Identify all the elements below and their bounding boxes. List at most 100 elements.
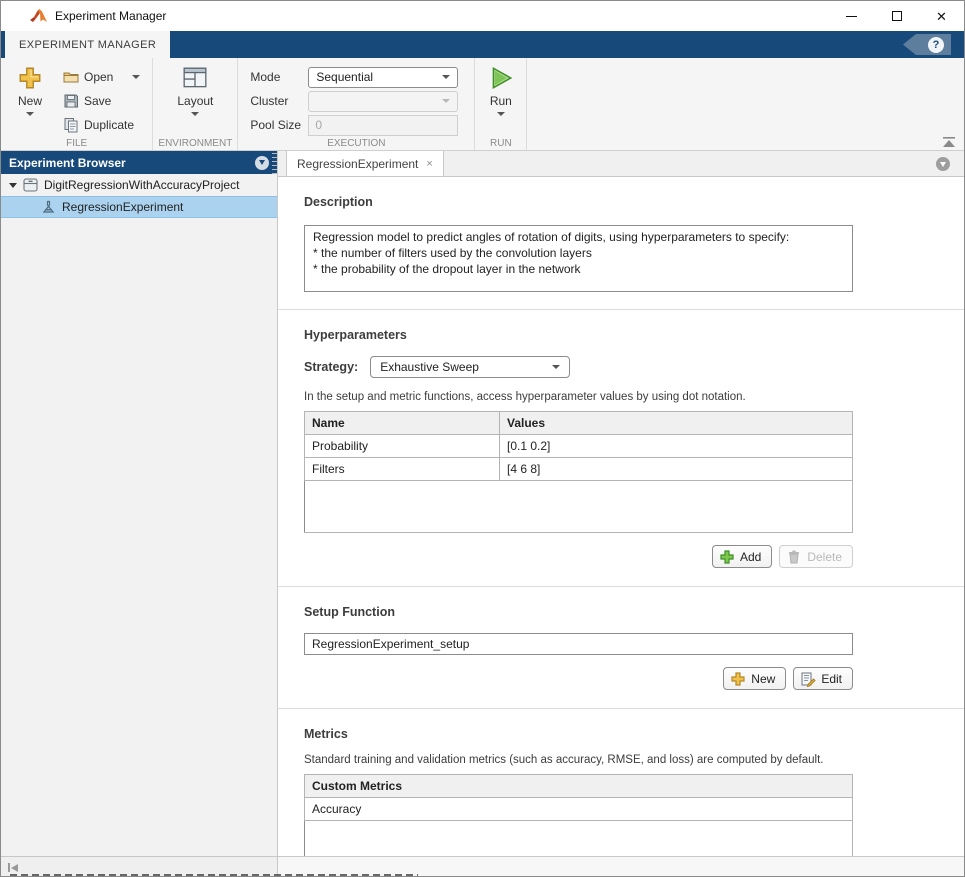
description-textarea[interactable]: Regression model to predict angles of ro… <box>304 225 853 292</box>
cluster-dropdown-caret-icon <box>442 99 451 103</box>
help-button[interactable]: ? <box>903 34 951 55</box>
new-button-label: New <box>17 94 42 108</box>
edit-button-label: Edit <box>821 671 842 686</box>
close-button[interactable]: ✕ <box>919 1 964 31</box>
new-dropdown-caret-icon <box>26 112 34 116</box>
mode-dropdown-caret-icon <box>442 75 451 79</box>
cell-metric[interactable]: Accuracy <box>304 797 853 821</box>
pool-size-field: 0 <box>308 114 459 136</box>
custom-metrics-table[interactable]: Custom Metrics Accuracy <box>304 774 853 856</box>
description-heading: Description <box>304 195 373 209</box>
pool-size-label: Pool Size <box>250 118 302 132</box>
document-tabstrip: RegressionExperiment × <box>278 151 964 177</box>
status-bar <box>1 856 964 876</box>
cell-values[interactable]: [0.1 0.2] <box>499 434 853 458</box>
tree-item-project[interactable]: DigitRegressionWithAccuracyProject <box>1 174 277 196</box>
open-button[interactable]: Open <box>59 66 144 88</box>
delete-button-label: Delete <box>807 549 842 564</box>
open-dropdown-caret-icon <box>132 75 141 79</box>
add-button-label: Add <box>739 549 762 564</box>
experiment-label: RegressionExperiment <box>62 200 184 214</box>
layout-dropdown-caret-icon <box>191 112 200 116</box>
project-label: DigitRegressionWithAccuracyProject <box>44 178 240 192</box>
title-bar: Experiment Manager ✕ <box>1 1 964 31</box>
experiment-manager-window: Experiment Manager ✕ EXPERIMENT MANAGER … <box>0 0 965 877</box>
delete-trash-icon <box>789 550 800 563</box>
column-header-custom-metrics: Custom Metrics <box>304 774 853 798</box>
cell-name[interactable]: Filters <box>304 457 500 481</box>
ribbon-toolbar: New Open Save Duplicate FILE Layout ENVI… <box>1 58 964 151</box>
document-tab-label: RegressionExperiment <box>297 156 419 171</box>
cluster-label: Cluster <box>250 94 289 108</box>
hyperparameters-delete-button: Delete <box>779 545 853 568</box>
open-button-label: Open <box>84 70 114 84</box>
mode-dropdown-value: Sequential <box>316 70 374 84</box>
pool-size-value: 0 <box>315 118 323 132</box>
panel-splitter[interactable] <box>272 153 277 177</box>
experiment-browser-title: Experiment Browser <box>9 155 126 170</box>
column-header-values: Values <box>499 411 853 435</box>
cell-values[interactable]: [4 6 8] <box>499 457 853 481</box>
panel-actions-button[interactable] <box>255 155 269 170</box>
run-button[interactable]: Run <box>483 63 518 136</box>
setup-function-input[interactable]: RegressionExperiment_setup <box>304 633 853 655</box>
save-button-label: Save <box>84 94 112 108</box>
hyperparameters-hint: In the setup and metric functions, acces… <box>304 391 746 403</box>
description-section: Description Regression model to predict … <box>278 177 964 310</box>
save-button[interactable]: Save <box>59 90 144 112</box>
chevron-down-icon <box>940 161 946 167</box>
run-button-label: Run <box>489 94 512 108</box>
setup-edit-button[interactable]: Edit <box>793 667 853 690</box>
save-icon <box>64 94 78 108</box>
minimize-button[interactable] <box>829 1 874 31</box>
strategy-dropdown[interactable]: Exhaustive Sweep <box>370 356 571 378</box>
run-dropdown-caret-icon <box>496 112 505 116</box>
collapse-panel-button[interactable] <box>8 863 18 872</box>
layout-button[interactable]: Layout <box>172 63 218 136</box>
metrics-heading: Metrics <box>304 727 348 741</box>
metrics-hint: Standard training and validation metrics… <box>304 754 824 766</box>
project-icon <box>23 178 38 192</box>
cell-name[interactable]: Probability <box>304 434 500 458</box>
tab-experiment-manager[interactable]: EXPERIMENT MANAGER <box>5 31 171 58</box>
new-button-label: New <box>751 671 776 686</box>
execution-section-label: EXECUTION <box>327 138 386 149</box>
tree-expand-caret-icon[interactable] <box>9 182 17 188</box>
table-row[interactable]: Accuracy <box>304 797 853 821</box>
hyperparameters-add-button[interactable]: Add <box>711 545 773 568</box>
maximize-button[interactable] <box>874 1 919 31</box>
experiment-browser-panel: Experiment Browser DigitRegressionWithAc… <box>1 151 278 856</box>
metrics-section: Metrics Standard training and validation… <box>278 709 964 856</box>
table-header-row: Custom Metrics <box>304 774 853 798</box>
collapse-ribbon-button[interactable] <box>942 137 956 147</box>
document-tab[interactable]: RegressionExperiment × <box>286 151 444 176</box>
setup-function-value: RegressionExperiment_setup <box>312 637 470 651</box>
matlab-logo-icon <box>30 8 47 22</box>
table-empty-area <box>304 820 853 856</box>
duplicate-button[interactable]: Duplicate <box>59 114 144 136</box>
mode-label: Mode <box>250 70 281 84</box>
close-icon: ✕ <box>936 8 947 24</box>
collapse-left-icon <box>8 863 10 872</box>
tree-item-experiment[interactable]: RegressionExperiment <box>1 196 277 218</box>
column-header-name: Name <box>304 411 500 435</box>
table-row[interactable]: Filters [4 6 8] <box>304 457 853 481</box>
table-header-row: Name Values <box>304 411 853 435</box>
strategy-label: Strategy: <box>304 360 359 374</box>
run-play-icon <box>492 66 513 90</box>
setup-new-button[interactable]: New <box>723 667 787 690</box>
strategy-dropdown-value: Exhaustive Sweep <box>380 360 479 374</box>
table-row[interactable]: Probability [0.1 0.2] <box>304 434 853 458</box>
collapse-left-icon <box>10 863 18 872</box>
hyperparameters-table[interactable]: Name Values Probability [0.1 0.2] Filter… <box>304 411 853 533</box>
new-button[interactable]: New <box>7 63 53 136</box>
help-icon: ? <box>928 36 944 53</box>
experiment-definition: Description Regression model to predict … <box>278 177 964 856</box>
experiment-browser-header: Experiment Browser <box>1 151 277 174</box>
tab-actions-button[interactable] <box>936 157 950 171</box>
mode-dropdown[interactable]: Sequential <box>308 66 459 88</box>
ribbon-tabstrip: EXPERIMENT MANAGER ? <box>1 31 964 58</box>
experiment-tree: DigitRegressionWithAccuracyProject Regre… <box>1 174 277 218</box>
tab-close-icon[interactable]: × <box>426 158 432 170</box>
hyperparameters-section: Hyperparameters Strategy: Exhaustive Swe… <box>278 310 964 587</box>
